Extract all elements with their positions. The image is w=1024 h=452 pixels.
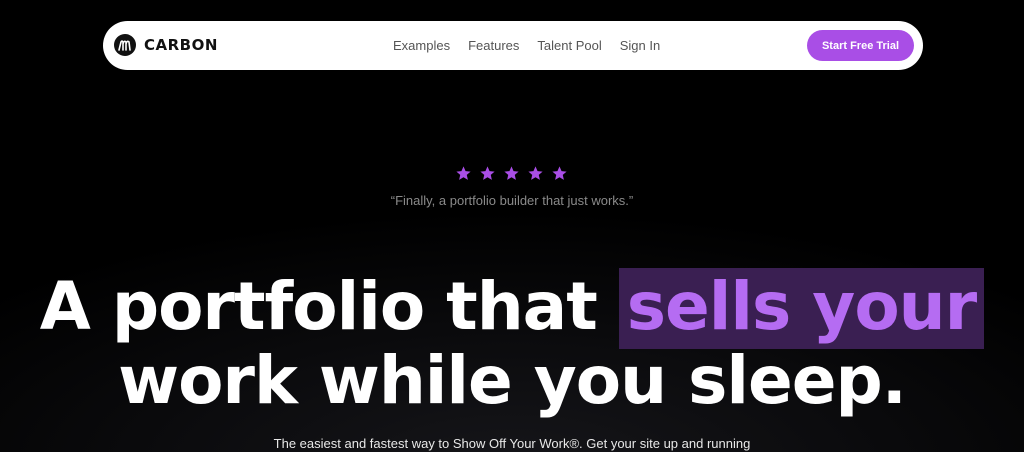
headline-line-2: work while you sleep.: [118, 342, 907, 419]
nav-link-talent-pool[interactable]: Talent Pool: [537, 38, 601, 53]
nav-link-examples[interactable]: Examples: [393, 38, 450, 53]
headline-line-1: A portfolio that sells your: [0, 268, 1024, 349]
headline-part1: A portfolio that: [39, 268, 619, 345]
hero-subheadline: The easiest and fastest way to Show Off …: [273, 436, 751, 451]
testimonial-quote: “Finally, a portfolio builder that just …: [390, 193, 634, 208]
carbon-logo-icon: [114, 34, 136, 56]
brand-logo[interactable]: CARBON: [114, 34, 218, 56]
nav-links: Examples Features Talent Pool Sign In: [393, 21, 678, 70]
rating-stars: [455, 165, 575, 182]
star-icon: [552, 166, 567, 180]
star-icon: [456, 166, 471, 180]
nav-link-features[interactable]: Features: [468, 38, 519, 53]
top-navbar: CARBON Examples Features Talent Pool Sig…: [103, 21, 923, 70]
hero-headline: A portfolio that sells your work while y…: [0, 268, 1024, 419]
nav-link-sign-in[interactable]: Sign In: [620, 38, 660, 53]
star-icon: [504, 166, 519, 180]
star-icon: [480, 166, 495, 180]
headline-highlight: sells your: [618, 268, 985, 349]
star-icon: [528, 166, 543, 180]
start-free-trial-button[interactable]: Start Free Trial: [807, 30, 914, 61]
brand-name: CARBON: [144, 36, 218, 54]
landing-page: CARBON Examples Features Talent Pool Sig…: [0, 0, 1024, 452]
